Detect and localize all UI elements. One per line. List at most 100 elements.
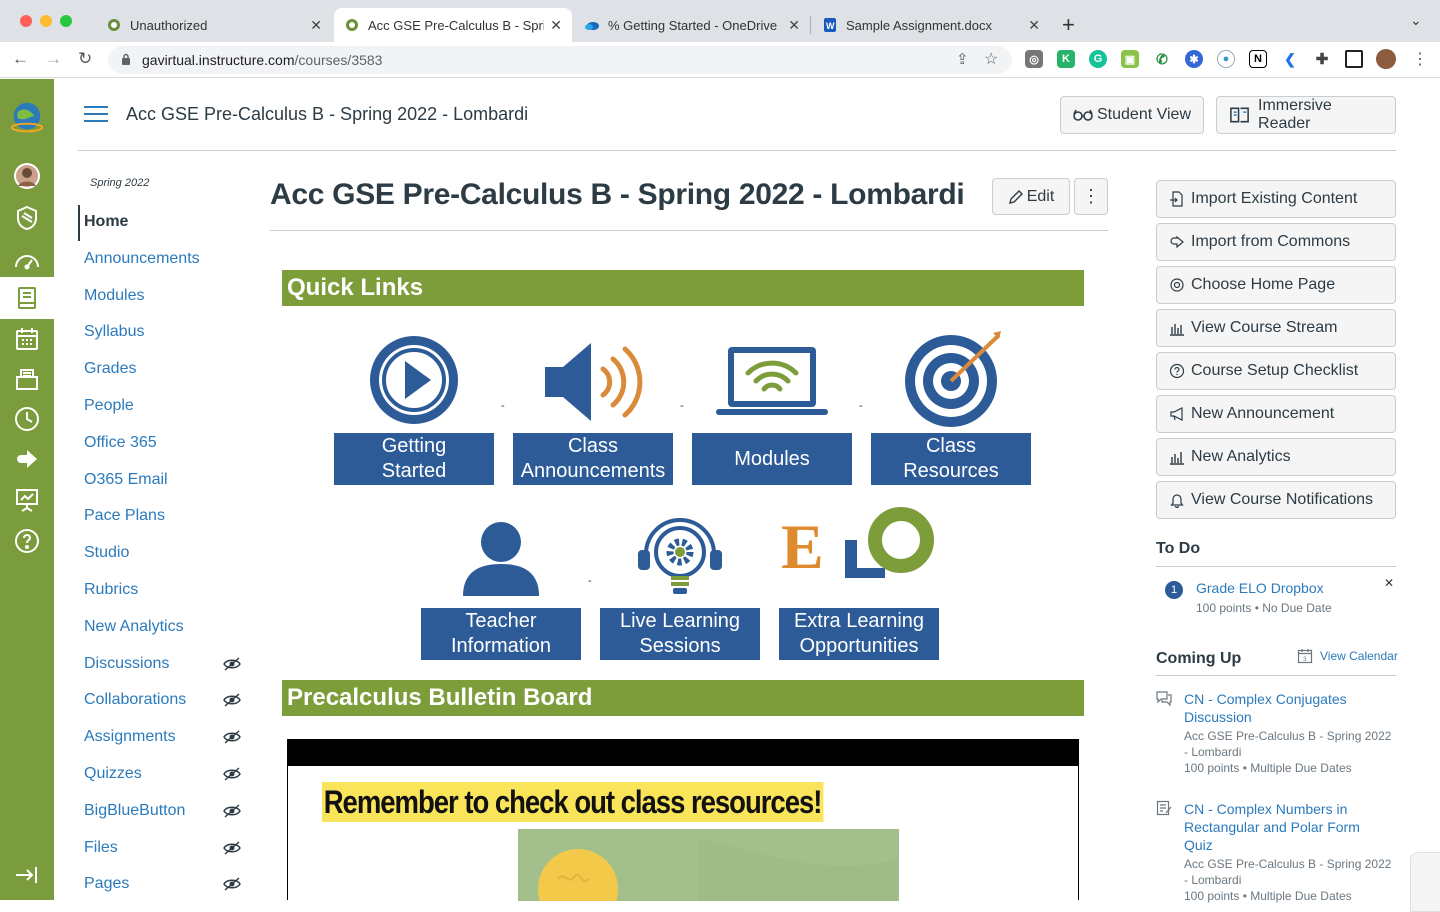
quick-link-class-resources[interactable]: Class Resources (871, 331, 1031, 485)
browser-tab-word-doc[interactable]: W Sample Assignment.docx ✕ (812, 8, 1050, 42)
course-nav-syllabus[interactable]: Syllabus (84, 320, 144, 344)
action-label: Choose Home Page (1191, 276, 1336, 293)
puzzle-extensions-icon[interactable]: ✚ (1313, 50, 1331, 68)
course-nav-files[interactable]: Files (84, 836, 118, 860)
import-existing-content-button[interactable]: Import Existing Content (1156, 180, 1396, 218)
address-bar[interactable]: gavirtual.instructure.com/courses/3583 ⇪… (108, 46, 1012, 74)
course-nav-rubrics[interactable]: Rubrics (84, 578, 138, 602)
course-nav-pace-plans[interactable]: Pace Plans (84, 504, 165, 528)
studio-presentation-icon[interactable] (0, 480, 54, 520)
minimize-window-button[interactable] (40, 15, 52, 27)
onedrive-cloud-icon (584, 17, 600, 33)
quick-link-live-learning-sessions[interactable]: Live Learning Sessions (600, 514, 760, 660)
todo-item-link[interactable]: Grade ELO Dropbox (1196, 580, 1324, 596)
reload-icon[interactable]: ↻ (78, 49, 92, 69)
collapse-nav-icon[interactable] (0, 855, 54, 895)
close-tab-icon[interactable]: ✕ (788, 17, 800, 34)
help-question-icon[interactable] (0, 521, 54, 561)
course-nav-home[interactable]: Home (84, 210, 128, 234)
more-options-button[interactable]: ⋮ (1074, 178, 1108, 215)
history-clock-icon[interactable] (0, 399, 54, 439)
course-nav-office-365[interactable]: Office 365 (84, 431, 157, 455)
target-small-icon (1170, 278, 1184, 292)
extension-icon[interactable]: K (1057, 50, 1075, 68)
calendar-icon[interactable] (0, 319, 54, 359)
word-doc-icon: W (822, 17, 838, 33)
browser-tab-course[interactable]: Acc GSE Pre-Calculus B - Spring 2022 - L… (334, 8, 572, 42)
grammarly-icon[interactable]: G (1089, 50, 1107, 68)
laptop-wifi-icon (716, 347, 828, 415)
choose-home-page-button[interactable]: Choose Home Page (1156, 266, 1396, 304)
new-announcement-button[interactable]: New Announcement (1156, 395, 1396, 433)
close-window-button[interactable] (20, 15, 32, 27)
edit-button[interactable]: Edit (992, 178, 1070, 215)
course-nav-quizzes[interactable]: Quizzes (84, 762, 142, 786)
classroom-logo[interactable] (0, 93, 54, 143)
url-host: gavirtual.instructure.com (142, 52, 295, 68)
coming-up-item-link[interactable]: CN - Complex Conjugates Discussion (1184, 690, 1374, 726)
course-nav-people[interactable]: People (84, 394, 134, 418)
close-tab-icon[interactable]: ✕ (1028, 17, 1040, 34)
course-nav-collaborations[interactable]: Collaborations (84, 688, 186, 712)
course-nav-grades[interactable]: Grades (84, 357, 136, 381)
back-arrow-icon[interactable]: ← (12, 49, 29, 69)
quick-link-getting-started[interactable]: Getting Started (334, 333, 494, 485)
floating-panel-tab[interactable] (1410, 852, 1440, 912)
dismiss-todo-icon[interactable]: ✕ (1384, 576, 1394, 590)
import-from-commons-button[interactable]: Import from Commons (1156, 223, 1396, 261)
course-setup-checklist-button[interactable]: Course Setup Checklist (1156, 352, 1396, 390)
view-calendar-link[interactable]: 3 View Calendar (1297, 648, 1398, 664)
account-avatar[interactable] (0, 156, 54, 196)
view-course-notifications-button[interactable]: View Course Notifications (1156, 481, 1396, 519)
forward-arrow-icon[interactable]: → (45, 49, 62, 69)
close-tab-icon[interactable]: ✕ (550, 17, 562, 34)
immersive-reader-button[interactable]: Immersive Reader (1216, 96, 1396, 134)
hamburger-menu-icon[interactable] (84, 106, 108, 124)
notion-icon[interactable]: N (1249, 50, 1267, 68)
share-icon[interactable]: ⇪ (956, 50, 969, 68)
student-view-button[interactable]: Student View (1060, 96, 1204, 134)
question-icon (1169, 363, 1185, 379)
quick-link-modules[interactable]: Modules (692, 333, 852, 485)
dashboard-gauge-icon[interactable] (0, 241, 54, 281)
browser-tab-onedrive[interactable]: % Getting Started - OneDrive ✕ (574, 8, 810, 42)
zoom-window-button[interactable] (60, 15, 72, 27)
browser-tab-unauthorized[interactable]: Unauthorized ✕ (96, 8, 332, 42)
admin-shield-icon[interactable] (0, 198, 54, 238)
extension-icon[interactable]: ◎ (1025, 50, 1043, 68)
tab-search-chevron-icon[interactable]: ⌄ (1410, 12, 1422, 29)
side-panel-icon[interactable] (1345, 50, 1363, 68)
course-nav-discussions[interactable]: Discussions (84, 652, 169, 676)
course-nav-pages[interactable]: Pages (84, 872, 129, 896)
course-nav-bigbluebutton[interactable]: BigBlueButton (84, 799, 185, 823)
new-tab-button[interactable]: + (1062, 12, 1075, 38)
view-course-stream-button[interactable]: View Course Stream (1156, 309, 1396, 347)
tab-title: % Getting Started - OneDrive (608, 17, 778, 33)
profile-avatar[interactable] (1376, 49, 1396, 69)
coming-up-item-link[interactable]: CN - Complex Numbers in Rectangular and … (1184, 800, 1374, 854)
inbox-icon[interactable] (0, 359, 54, 399)
extension-icon[interactable]: ▣ (1121, 50, 1139, 68)
phone-extension-icon[interactable]: ✆ (1153, 50, 1171, 68)
course-nav-studio[interactable]: Studio (84, 541, 129, 565)
browser-menu-icon[interactable]: ⋮ (1412, 49, 1428, 69)
extension-icon[interactable]: ✱ (1185, 50, 1203, 68)
commons-arrow-icon[interactable] (0, 439, 54, 479)
quick-link-extra-learning-opportunities[interactable]: E Extra Learning Opportunities (779, 507, 939, 660)
new-analytics-button[interactable]: New Analytics (1156, 438, 1396, 476)
commons-icon (1170, 235, 1184, 249)
course-nav-assignments[interactable]: Assignments (84, 725, 176, 749)
close-tab-icon[interactable]: ✕ (310, 17, 322, 34)
bulletin-board-heading: Precalculus Bulletin Board (282, 680, 1084, 716)
courses-book-icon[interactable] (0, 277, 54, 319)
extension-icon[interactable]: ● (1217, 50, 1235, 68)
course-nav-new-analytics[interactable]: New Analytics (84, 615, 184, 639)
course-nav-o365-email[interactable]: O365 Email (84, 468, 168, 492)
course-nav-modules[interactable]: Modules (84, 284, 144, 308)
quick-link-class-announcements[interactable]: Class Announcements (513, 333, 673, 485)
bookmark-star-icon[interactable]: ☆ (984, 49, 998, 69)
course-nav-announcements[interactable]: Announcements (84, 247, 200, 271)
breadcrumb[interactable]: Acc GSE Pre-Calculus B - Spring 2022 - L… (126, 104, 528, 125)
quick-link-teacher-information[interactable]: Teacher Information (421, 514, 581, 660)
extension-icon[interactable]: ❮ (1281, 50, 1299, 68)
